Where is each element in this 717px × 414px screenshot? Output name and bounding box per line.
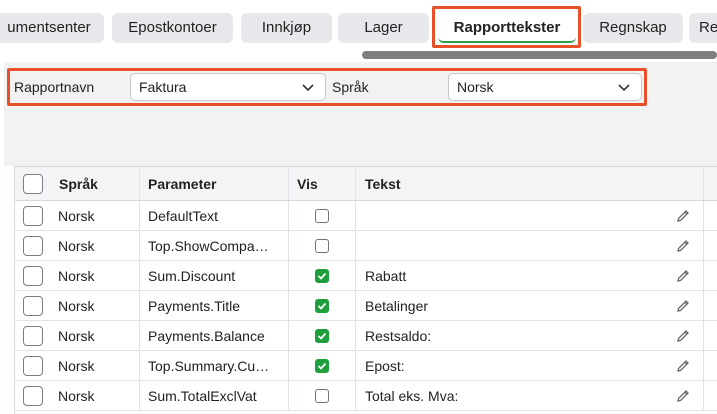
row-select-checkbox[interactable] [23, 206, 43, 226]
row-select-checkbox[interactable] [23, 386, 43, 406]
table-row[interactable]: Norsk Sum.Discount Rabatt [15, 261, 717, 291]
row-select-checkbox[interactable] [23, 236, 43, 256]
vis-checkbox[interactable] [315, 389, 329, 403]
row-select-checkbox[interactable] [23, 326, 43, 346]
pencil-icon[interactable] [675, 208, 691, 224]
table-row[interactable]: Norsk DefaultText [15, 201, 717, 231]
pencil-icon[interactable] [675, 328, 691, 344]
report-text-table: Språk Parameter Vis Tekst Norsk DefaultTe… [14, 166, 717, 414]
cell-parameter: DefaultText [148, 208, 219, 224]
cell-language: Norsk [58, 328, 95, 344]
cell-text: Rabatt [365, 268, 407, 284]
cell-text: Total eks. Mva: [365, 388, 459, 404]
column-header-language[interactable]: Språk [59, 167, 139, 200]
vis-checkbox[interactable] [315, 359, 329, 373]
column-header-vis[interactable]: Vis [297, 167, 352, 200]
cell-parameter: Payments.Title [148, 298, 241, 314]
table-row[interactable]: Norsk Payments.Title Betalinger [15, 291, 717, 321]
cell-parameter: Sum.TotalExclVat [148, 388, 257, 404]
vis-checkbox[interactable] [315, 329, 329, 343]
cell-language: Norsk [58, 238, 95, 254]
cell-text [365, 201, 665, 230]
table-row[interactable]: Norsk Sum.TotalExclVat Total eks. Mva: [15, 381, 717, 411]
cell-text [365, 231, 665, 260]
filter-highlight-frame [7, 68, 647, 106]
cell-language: Norsk [58, 268, 95, 284]
pencil-icon[interactable] [675, 298, 691, 314]
column-header-parameter[interactable]: Parameter [148, 167, 288, 200]
cell-text: Betalinger [365, 298, 429, 314]
tab-bar: umentsenter Epostkontoer Innkjøp Lager R… [0, 0, 717, 62]
row-select-checkbox[interactable] [23, 356, 43, 376]
checkmark-icon [317, 272, 327, 280]
pencil-icon[interactable] [675, 238, 691, 254]
row-select-checkbox[interactable] [23, 296, 43, 316]
cell-language: Norsk [58, 358, 95, 374]
tab-highlight-frame [432, 6, 581, 48]
select-all-checkbox[interactable] [23, 174, 43, 194]
pencil-icon[interactable] [675, 388, 691, 404]
vis-checkbox[interactable] [315, 239, 329, 253]
cell-text: Epost: [365, 358, 405, 374]
checkmark-icon [317, 332, 327, 340]
table-row[interactable]: Norsk Top.ShowCompa… [15, 231, 717, 261]
tab-epostkontoer[interactable]: Epostkontoer [112, 13, 233, 43]
cell-parameter: Top.ShowCompa… [148, 238, 269, 254]
cell-parameter: Top.Summary.Cu… [148, 358, 270, 374]
tab-scrollbar[interactable] [362, 51, 717, 59]
pencil-icon[interactable] [675, 358, 691, 374]
tab-re[interactable]: Re [689, 13, 717, 43]
tab-lager[interactable]: Lager [338, 13, 429, 43]
table-row[interactable]: Norsk Payments.Balance Restsaldo: [15, 321, 717, 351]
cell-language: Norsk [58, 388, 95, 404]
cell-language: Norsk [58, 208, 95, 224]
cell-language: Norsk [58, 298, 95, 314]
cell-text: Restsaldo: [365, 328, 432, 344]
vis-checkbox[interactable] [315, 209, 329, 223]
table-header-row: Språk Parameter Vis Tekst [15, 167, 717, 201]
pencil-icon[interactable] [675, 268, 691, 284]
vis-checkbox[interactable] [315, 269, 329, 283]
cell-parameter: Payments.Balance [148, 328, 265, 344]
checkmark-icon [317, 362, 327, 370]
table-row[interactable]: Norsk Top.Summary.Cu… Epost: [15, 351, 717, 381]
checkmark-icon [317, 302, 327, 310]
column-header-text[interactable]: Tekst [365, 167, 665, 200]
tab-dokumentsenter[interactable]: umentsenter [0, 13, 104, 43]
tab-innkjop[interactable]: Innkjøp [241, 13, 332, 43]
vis-checkbox[interactable] [315, 299, 329, 313]
tab-regnskap[interactable]: Regnskap [583, 13, 683, 43]
row-select-checkbox[interactable] [23, 266, 43, 286]
cell-parameter: Sum.Discount [148, 268, 236, 284]
